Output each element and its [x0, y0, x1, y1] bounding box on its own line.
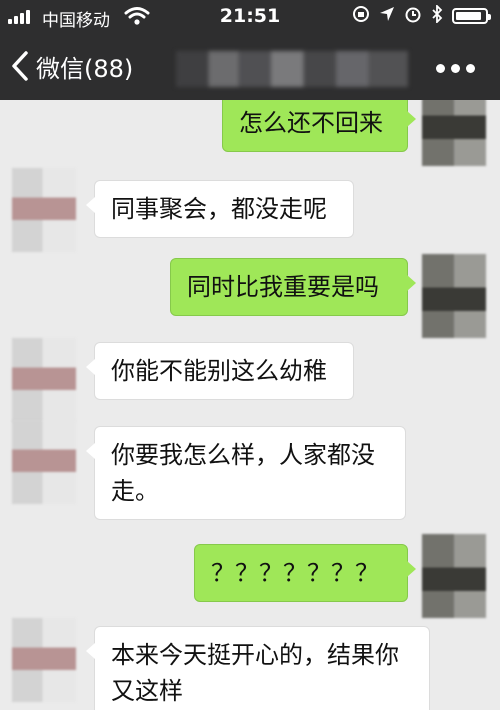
status-icons — [352, 3, 443, 27]
avatar-self[interactable] — [422, 534, 486, 618]
status-bar: 中国移动 21:51 — [0, 0, 500, 34]
avatar-self[interactable] — [422, 100, 486, 166]
message-bubble-outgoing[interactable]: 怎么还不回来 — [222, 100, 416, 152]
bluetooth-icon — [431, 3, 443, 27]
message-bubble-outgoing[interactable]: ？？？？？？？ — [194, 544, 416, 602]
message-bubble-incoming[interactable]: 你能不能别这么幼稚 — [86, 342, 354, 400]
avatar-contact[interactable] — [12, 168, 76, 252]
avatar-contact[interactable] — [12, 420, 76, 504]
orientation-lock-icon — [352, 5, 370, 27]
alarm-icon — [404, 5, 422, 27]
chat-title — [176, 51, 408, 87]
nav-bar: 微信(88) — [0, 34, 500, 100]
avatar-self[interactable] — [422, 254, 486, 338]
back-button[interactable]: 微信(88) — [10, 46, 133, 86]
chevron-left-icon — [12, 51, 28, 81]
back-label: 微信(88) — [36, 54, 134, 83]
location-icon — [379, 6, 395, 26]
message-bubble-incoming[interactable]: 本来今天挺开心的，结果你又这样 — [86, 626, 430, 710]
avatar-contact[interactable] — [12, 618, 76, 702]
more-icon — [436, 63, 445, 73]
more-button[interactable] — [436, 60, 486, 76]
top-bar: 中国移动 21:51 微信(88) — [0, 0, 500, 100]
avatar-contact[interactable] — [12, 338, 76, 422]
message-bubble-outgoing[interactable]: 同时比我重要是吗 — [170, 258, 416, 316]
message-bubble-incoming[interactable]: 你要我怎么样，人家都没走。 — [86, 426, 406, 520]
message-bubble-incoming[interactable]: 同事聚会，都没走呢 — [86, 180, 354, 238]
chat-area[interactable]: 怎么还不回来 同事聚会，都没走呢 同时比我重要是吗 你能不能别这么幼稚 你要我怎… — [0, 100, 500, 710]
battery-icon — [452, 8, 491, 24]
